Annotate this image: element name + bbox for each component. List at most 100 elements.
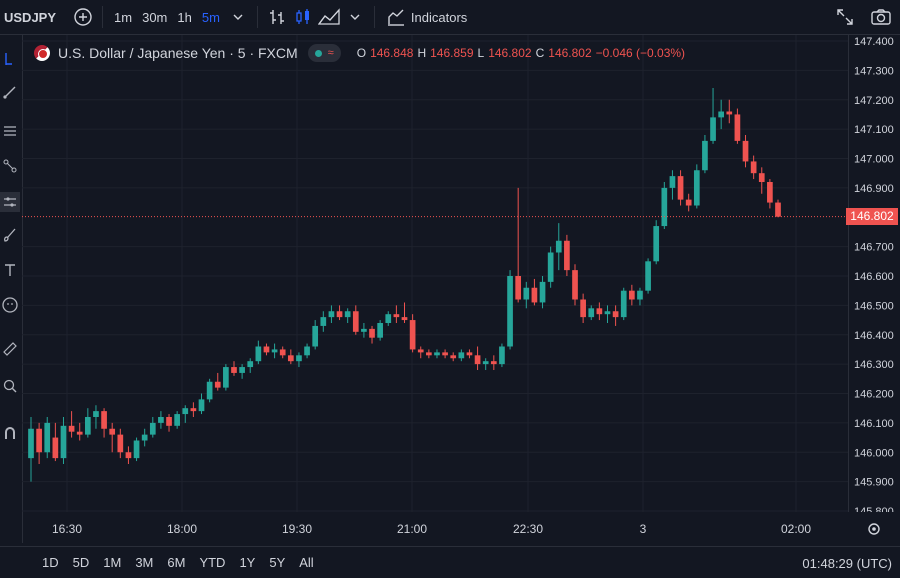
symbol-search[interactable]: USDJPY [0, 0, 70, 34]
time-tick-label: 16:30 [52, 522, 82, 536]
candle [539, 276, 546, 309]
price-tick-label: 146.400 [854, 330, 894, 342]
price-tick-label: 147.300 [854, 65, 894, 77]
divider [256, 6, 258, 28]
candle [466, 349, 473, 359]
ohlc-high: 146.859 [430, 46, 474, 60]
candle [44, 417, 51, 459]
candle [620, 287, 627, 321]
candle [531, 278, 538, 306]
compare-add-icon[interactable] [70, 4, 96, 30]
candle [101, 408, 107, 438]
candle [718, 99, 725, 130]
candle [685, 193, 692, 212]
range-3m[interactable]: 3M [128, 555, 160, 570]
candle [304, 343, 310, 359]
gear-icon[interactable] [868, 523, 880, 535]
range-1d[interactable]: 1D [35, 555, 66, 570]
interval-30m[interactable]: 30m [137, 0, 172, 34]
candle [588, 305, 595, 321]
candle [669, 170, 676, 200]
candle [287, 349, 294, 365]
candle [141, 428, 148, 447]
candle [166, 414, 172, 432]
candle [547, 246, 554, 288]
candle-style-icon[interactable] [290, 4, 316, 30]
ohlc-values: O 146.848 H 146.859 L 146.802 C 146.802 −0.0… [357, 46, 685, 60]
range-ytd[interactable]: YTD [192, 555, 232, 570]
cursor-icon[interactable] [0, 49, 20, 69]
nodes-icon[interactable] [0, 156, 20, 176]
time-axis[interactable]: 16:30 18:00 19:30 21:00 22:30 3 02:00 [22, 512, 900, 544]
candle [490, 355, 497, 370]
candle [344, 308, 351, 323]
candle [572, 264, 578, 306]
candle [158, 411, 164, 429]
candle [612, 305, 619, 326]
candle [369, 325, 375, 344]
candle [710, 88, 716, 144]
text-icon[interactable] [0, 260, 20, 280]
candle [653, 220, 660, 265]
divider [102, 6, 104, 28]
fullscreen-icon[interactable] [832, 4, 858, 30]
candle [515, 187, 522, 303]
price-tick-label: 146.000 [854, 447, 894, 459]
price-tick-label: 146.200 [854, 389, 894, 401]
price-tick-label: 147.400 [854, 36, 894, 48]
time-tick-label: 19:30 [282, 522, 312, 536]
candle [206, 378, 213, 403]
range-1y[interactable]: 1Y [232, 555, 262, 570]
candle [393, 305, 400, 323]
zoom-icon[interactable] [0, 376, 20, 396]
candle [645, 258, 651, 294]
candle [231, 361, 237, 376]
price-tick-label: 146.700 [854, 242, 894, 254]
candle [442, 349, 448, 359]
emoji-icon[interactable] [0, 295, 20, 315]
candle [60, 417, 67, 464]
pitchfork-icon[interactable] [0, 121, 20, 141]
candle [36, 422, 42, 464]
price-tick-label: 147.200 [854, 95, 894, 107]
candle [255, 340, 262, 365]
bar-style-icon[interactable] [264, 4, 290, 30]
price-axis[interactable]: 147.400 147.300 147.200 147.100 147.000 146.9… [848, 35, 900, 512]
range-5y[interactable]: 5Y [262, 555, 292, 570]
brush-icon[interactable] [0, 225, 20, 245]
interval-5m[interactable]: 5m [197, 0, 225, 34]
chevron-down-icon[interactable] [342, 4, 368, 30]
candle [742, 135, 749, 168]
interval-1m[interactable]: 1m [109, 0, 137, 34]
market-status-pill[interactable]: ≈ [307, 44, 341, 62]
indicators-icon [387, 9, 404, 26]
area-style-icon[interactable] [316, 4, 342, 30]
candle [726, 99, 733, 124]
ohlc-close-key: C [535, 46, 545, 60]
camera-icon[interactable] [868, 4, 894, 30]
ruler-icon[interactable] [0, 339, 20, 359]
range-5d[interactable]: 5D [66, 555, 97, 570]
price-chart[interactable] [22, 35, 848, 512]
interval-1h[interactable]: 1h [172, 0, 196, 34]
range-6m[interactable]: 6M [160, 555, 192, 570]
trendline-icon[interactable] [0, 82, 20, 102]
candle [361, 323, 367, 338]
candle [677, 170, 684, 206]
candle [767, 179, 773, 209]
market-open-dot-icon [314, 49, 322, 57]
price-tick-label: 146.900 [854, 183, 894, 195]
indicators-label: Indicators [410, 9, 468, 25]
candle [702, 135, 708, 174]
adjust-icon[interactable] [0, 192, 20, 212]
price-tick-label: 145.900 [854, 477, 894, 489]
utc-clock[interactable]: 01:48:29 (UTC) [802, 556, 892, 571]
candle [109, 422, 116, 453]
range-1m[interactable]: 1M [96, 555, 128, 570]
magnet-icon[interactable] [0, 423, 20, 443]
range-all[interactable]: All [292, 555, 320, 570]
candle [482, 358, 489, 370]
time-tick-label: 18:00 [167, 522, 197, 536]
chevron-down-icon[interactable] [225, 4, 251, 30]
indicators-button[interactable]: Indicators [381, 0, 473, 34]
